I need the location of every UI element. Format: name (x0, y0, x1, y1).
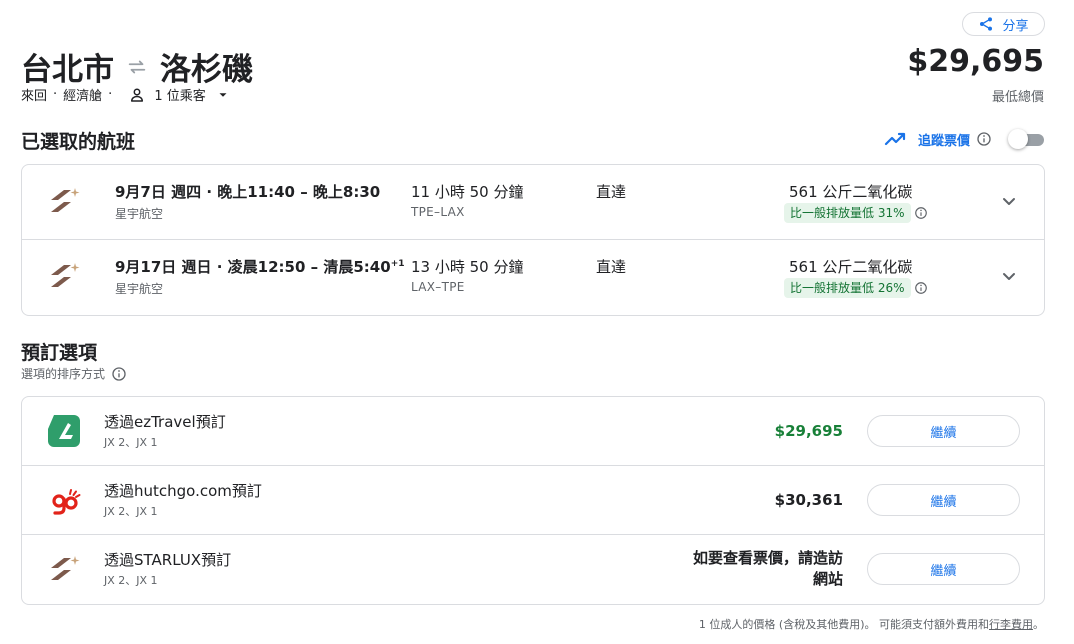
sort-label: 選項的排序方式 (21, 367, 106, 381)
total-price: $29,695 (907, 44, 1044, 79)
baggage-fees-link[interactable]: 行李費用 (989, 618, 1033, 631)
flight-row[interactable]: 9月17日 週日 · 凌晨12:50 – 清晨5:40+1 星宇航空 13 小時… (22, 240, 1044, 315)
selected-flights-title: 已選取的航班 (21, 131, 136, 153)
continue-button[interactable]: 繼續 (867, 415, 1020, 447)
share-icon (980, 17, 993, 31)
booking-option: 透過STARLUX預訂 JX 2、JX 1 如要查看票價，請造訪 網站 繼續 (22, 535, 1044, 604)
passenger-count[interactable]: 1 位乘客 (154, 85, 205, 104)
booking-option: 透過hutchgo.com預訂 JX 2、JX 1 $30,361 繼續 (22, 466, 1044, 535)
info-icon[interactable] (914, 281, 928, 295)
person-icon (128, 86, 146, 104)
starlux-logo (46, 258, 82, 294)
booking-price: $30,361 (774, 491, 843, 509)
continue-button[interactable]: 繼續 (867, 484, 1020, 516)
booking-options-card: 透過ezTravel預訂 JX 2、JX 1 $29,695 繼續 透過hutc… (21, 396, 1045, 605)
flight-airline: 星宇航空 (115, 207, 164, 221)
starlux-logo (46, 551, 82, 587)
flight-stops: 直達 (596, 258, 627, 276)
share-button[interactable]: 分享 (962, 12, 1045, 36)
flight-duration: 13 小時 50 分鐘 (411, 258, 524, 276)
trip-summary: 來回 · 經濟艙 · 1 位乘客 (21, 85, 230, 104)
route-title: 台北市 洛杉磯 (21, 44, 253, 89)
continue-button[interactable]: 繼續 (867, 553, 1020, 585)
booking-title: 透過STARLUX預訂 (104, 551, 232, 569)
trip-type: 來回 (21, 89, 48, 104)
flight-row[interactable]: 9月7日 週四 · 晚上11:40 – 晚上8:30 星宇航空 11 小時 50… (22, 165, 1044, 240)
booking-title: 透過hutchgo.com預訂 (104, 482, 262, 500)
chevron-down-icon[interactable] (997, 189, 1021, 213)
booking-flights: JX 2、JX 1 (104, 574, 158, 587)
emission-badge: 比一般排放量低 26% (784, 278, 911, 298)
track-prices[interactable]: 追蹤票價 (884, 128, 992, 150)
origin-city: 台北市 (21, 52, 114, 88)
track-prices-label: 追蹤票價 (918, 133, 971, 149)
chevron-down-icon[interactable] (997, 264, 1021, 288)
swap-arrows-icon (126, 56, 148, 78)
flight-route: LAX–TPE (411, 280, 465, 294)
sort-info: 選項的排序方式 (21, 365, 127, 382)
caret-down-icon[interactable] (216, 88, 230, 102)
booking-flights: JX 2、JX 1 (104, 436, 158, 449)
flight-co2: 561 公斤二氧化碳 (789, 258, 913, 276)
flight-times: 9月7日 週四 · 晚上11:40 – 晚上8:30 (115, 183, 381, 201)
booking-flights: JX 2、JX 1 (104, 505, 158, 518)
trend-up-icon (884, 128, 908, 150)
booking-option: 透過ezTravel預訂 JX 2、JX 1 $29,695 繼續 (22, 397, 1044, 466)
starlux-logo (46, 183, 82, 219)
hutchgo-logo (46, 482, 82, 518)
track-prices-toggle[interactable] (1008, 129, 1046, 149)
flight-co2: 561 公斤二氧化碳 (789, 183, 913, 201)
flight-route: TPE–LAX (411, 205, 465, 219)
info-icon[interactable] (976, 131, 992, 147)
info-icon[interactable] (111, 366, 127, 382)
price-footnote: 1 位成人的價格 (含稅及其他費用)。 可能須支付額外費用和行李費用。 (698, 618, 1044, 631)
booking-options-title: 預訂選項 (21, 342, 98, 364)
cabin-class: 經濟艙 (63, 89, 103, 104)
flight-duration: 11 小時 50 分鐘 (411, 183, 524, 201)
emission-badge: 比一般排放量低 31% (784, 203, 911, 223)
selected-flights-card: 9月7日 週四 · 晚上11:40 – 晚上8:30 星宇航空 11 小時 50… (21, 164, 1045, 316)
share-label: 分享 (1002, 18, 1029, 34)
eztravel-logo (46, 413, 82, 449)
booking-price: $29,695 (774, 422, 843, 440)
booking-title: 透過ezTravel預訂 (104, 413, 226, 431)
flight-times: 9月17日 週日 · 凌晨12:50 – 清晨5:40+1 (115, 258, 405, 276)
destination-city: 洛杉磯 (160, 52, 253, 88)
flight-airline: 星宇航空 (115, 282, 164, 296)
flight-stops: 直達 (596, 183, 627, 201)
info-icon[interactable] (914, 206, 928, 220)
total-price-label: 最低總價 (991, 90, 1044, 105)
visit-site-text: 如要查看票價，請造訪 網站 (692, 549, 843, 588)
